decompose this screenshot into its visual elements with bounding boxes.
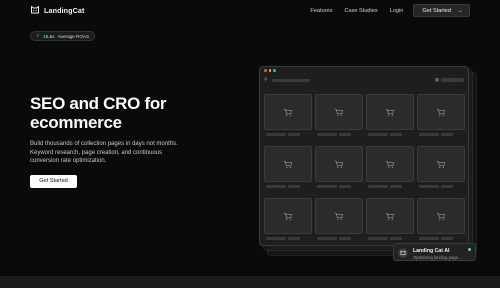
- store-preview-window: ⚲ ▦: [259, 66, 469, 246]
- product-card[interactable]: [366, 146, 414, 192]
- preview-toolbar: ⚲ ▦: [264, 76, 466, 84]
- shopping-cart-icon: [283, 212, 293, 220]
- product-title-placeholder: [419, 133, 439, 136]
- product-price-placeholder: [339, 237, 351, 240]
- nav-login[interactable]: Login: [390, 5, 404, 17]
- product-title-placeholder: [368, 185, 388, 188]
- header-get-started-label: Get Started: [422, 7, 451, 14]
- hero-get-started-button[interactable]: Get Started: [30, 174, 77, 188]
- product-card[interactable]: [366, 94, 414, 140]
- product-card[interactable]: [264, 146, 312, 192]
- toast-avatar: [398, 248, 408, 258]
- site-header: LandingCat Features Case Studies Login G…: [0, 0, 500, 22]
- product-title-placeholder: [368, 133, 388, 136]
- product-card[interactable]: [417, 94, 465, 140]
- cat-logo-icon: [400, 250, 406, 256]
- brand-name: LandingCat: [44, 5, 85, 15]
- toolbar-pill: [441, 78, 464, 82]
- product-price-placeholder: [339, 185, 351, 188]
- product-title-placeholder: [266, 185, 286, 188]
- product-card[interactable]: [315, 146, 363, 192]
- product-image-placeholder: [315, 94, 363, 130]
- product-card[interactable]: [417, 198, 465, 244]
- shopping-cart-icon: [283, 108, 293, 116]
- shopping-cart-icon: [436, 212, 446, 220]
- window-minimize-dot: [268, 69, 272, 72]
- product-card[interactable]: [366, 198, 414, 244]
- product-price-placeholder: [441, 185, 453, 188]
- header-get-started-button[interactable]: Get Started →: [413, 4, 470, 17]
- ai-status-toast: Landing Cat AI Optimizing landing page..…: [393, 243, 476, 261]
- window-close-dot: [264, 69, 267, 72]
- product-title-placeholder: [317, 237, 337, 240]
- product-title-placeholder: [368, 237, 388, 240]
- product-title-placeholder: [266, 133, 286, 136]
- brand[interactable]: LandingCat: [30, 5, 85, 15]
- search-placeholder-bar: [272, 78, 310, 82]
- roas-label: Average ROAS: [57, 33, 90, 39]
- product-price-placeholder: [441, 237, 453, 240]
- shopping-cart-icon: [436, 108, 446, 116]
- product-image-placeholder: [315, 198, 363, 234]
- product-title-placeholder: [317, 185, 337, 188]
- nav-case-studies[interactable]: Case Studies: [344, 5, 377, 17]
- main-nav: Features Case Studies Login Get Started …: [310, 4, 470, 17]
- product-title-placeholder: [419, 185, 439, 188]
- product-price-placeholder: [390, 237, 402, 240]
- product-image-placeholder: [366, 146, 414, 182]
- product-price-placeholder: [339, 133, 351, 136]
- roas-value: 15.6x: [43, 33, 55, 39]
- cat-logo-icon: [31, 6, 39, 14]
- product-image-placeholder: [366, 94, 414, 130]
- product-price-placeholder: [390, 185, 402, 188]
- hero-title: SEO and CRO for ecommerce: [30, 94, 167, 132]
- grid-icon: ▦: [434, 77, 439, 82]
- shopping-cart-icon: [436, 160, 446, 168]
- next-section-edge: [0, 276, 500, 288]
- product-title-placeholder: [266, 237, 286, 240]
- product-image-placeholder: [264, 94, 312, 130]
- product-image-placeholder: [264, 198, 312, 234]
- product-image-placeholder: [264, 146, 312, 182]
- product-card[interactable]: [264, 94, 312, 140]
- shopping-cart-icon: [385, 160, 395, 168]
- shopping-cart-icon: [334, 108, 344, 116]
- product-card[interactable]: [264, 198, 312, 244]
- product-grid: [264, 94, 466, 244]
- product-price-placeholder: [441, 133, 453, 136]
- product-image-placeholder: [417, 198, 465, 234]
- product-title-placeholder: [419, 237, 439, 240]
- product-card[interactable]: [315, 94, 363, 140]
- window-maximize-dot: [273, 69, 276, 72]
- product-price-placeholder: [288, 133, 300, 136]
- arrow-right-icon: →: [457, 7, 463, 14]
- hero-subtitle: Build thousands of collection pages in d…: [30, 141, 178, 165]
- product-image-placeholder: [417, 94, 465, 130]
- shopping-cart-icon: [334, 160, 344, 168]
- shopping-cart-icon: [334, 212, 344, 220]
- search-icon: ⚲: [264, 77, 268, 83]
- product-card[interactable]: [417, 146, 465, 192]
- toast-status: Optimizing landing page...: [413, 254, 462, 260]
- product-image-placeholder: [417, 146, 465, 182]
- shopping-cart-icon: [385, 108, 395, 116]
- product-card[interactable]: [315, 198, 363, 244]
- product-image-placeholder: [315, 146, 363, 182]
- check-icon: ✓: [36, 33, 41, 39]
- roas-badge: ✓ 15.6x Average ROAS: [30, 31, 96, 41]
- toast-title: Landing Cat AI: [413, 247, 450, 254]
- nav-features[interactable]: Features: [310, 5, 332, 17]
- hero: SEO and CRO for ecommerce Build thousand…: [30, 94, 240, 188]
- shopping-cart-icon: [283, 160, 293, 168]
- status-dot: [468, 248, 471, 251]
- window-titlebar: [260, 67, 468, 74]
- product-price-placeholder: [288, 237, 300, 240]
- product-price-placeholder: [390, 133, 402, 136]
- product-price-placeholder: [288, 185, 300, 188]
- shopping-cart-icon: [385, 212, 395, 220]
- product-image-placeholder: [366, 198, 414, 234]
- product-title-placeholder: [317, 133, 337, 136]
